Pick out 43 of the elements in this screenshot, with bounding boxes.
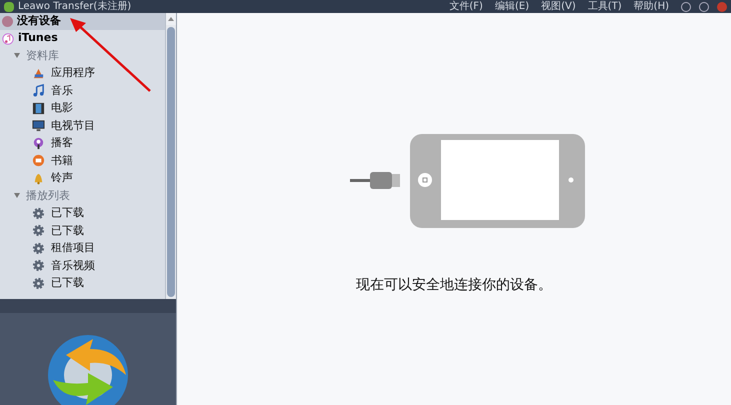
bell-icon [32,172,45,185]
scroll-up-icon[interactable] [168,17,174,21]
music-note-icon [2,32,14,44]
menu-item[interactable]: 工具(T) [588,2,622,12]
window-title: Leawo Transfer(未注册) [18,2,132,12]
connect-message: 现在可以安全地连接你的设备。 [356,276,552,295]
section-header[interactable]: 资料库 [0,47,165,64]
gear-icon [32,259,45,272]
sidebar-item[interactable]: 电视节目 [0,117,165,134]
music-note-icon [32,84,45,98]
scrollbar[interactable] [165,13,176,299]
sidebar-item[interactable]: 播客 [0,134,165,152]
expand-triangle-icon[interactable] [14,193,20,198]
minimize-button[interactable] [681,2,691,12]
maximize-button[interactable] [699,2,709,12]
podcast-icon [32,136,45,150]
expand-triangle-icon[interactable] [14,53,20,58]
sidebar-item[interactable]: 租借项目 [0,240,165,257]
sidebar-item[interactable]: 已下载 [0,204,165,222]
app-logo-icon [4,2,14,12]
alert-icon [2,16,13,27]
sidebar-item[interactable]: 书籍 [0,152,165,170]
library-item[interactable]: iTunes [0,30,165,47]
sidebar-item[interactable]: 电影 [0,100,165,117]
gear-icon [32,242,45,255]
section-header[interactable]: 播放列表 [0,187,165,204]
sidebar-item[interactable]: 已下载 [0,274,165,292]
menu-item[interactable]: 视图(V) [541,2,576,12]
film-strip-icon [32,102,45,115]
sidebar-item[interactable]: 音乐视频 [0,257,165,274]
menu-item[interactable]: 编辑(E) [494,2,530,12]
sidebar-item[interactable]: 铃声 [0,170,165,187]
monitor-icon [32,119,45,132]
gear-icon [32,276,45,290]
menu-item[interactable]: 帮助(H) [634,2,669,12]
close-button[interactable] [717,2,727,12]
gear-icon [32,206,45,220]
sidebar-item[interactable]: 应用程序 [0,64,165,82]
sidebar-item[interactable]: 音乐 [0,82,165,100]
device-item[interactable]: 没有设备 [0,13,165,30]
gear-icon [32,224,45,238]
sidebar-item[interactable]: 已下载 [0,222,165,240]
menu-item[interactable]: 文件(F) [449,2,483,12]
